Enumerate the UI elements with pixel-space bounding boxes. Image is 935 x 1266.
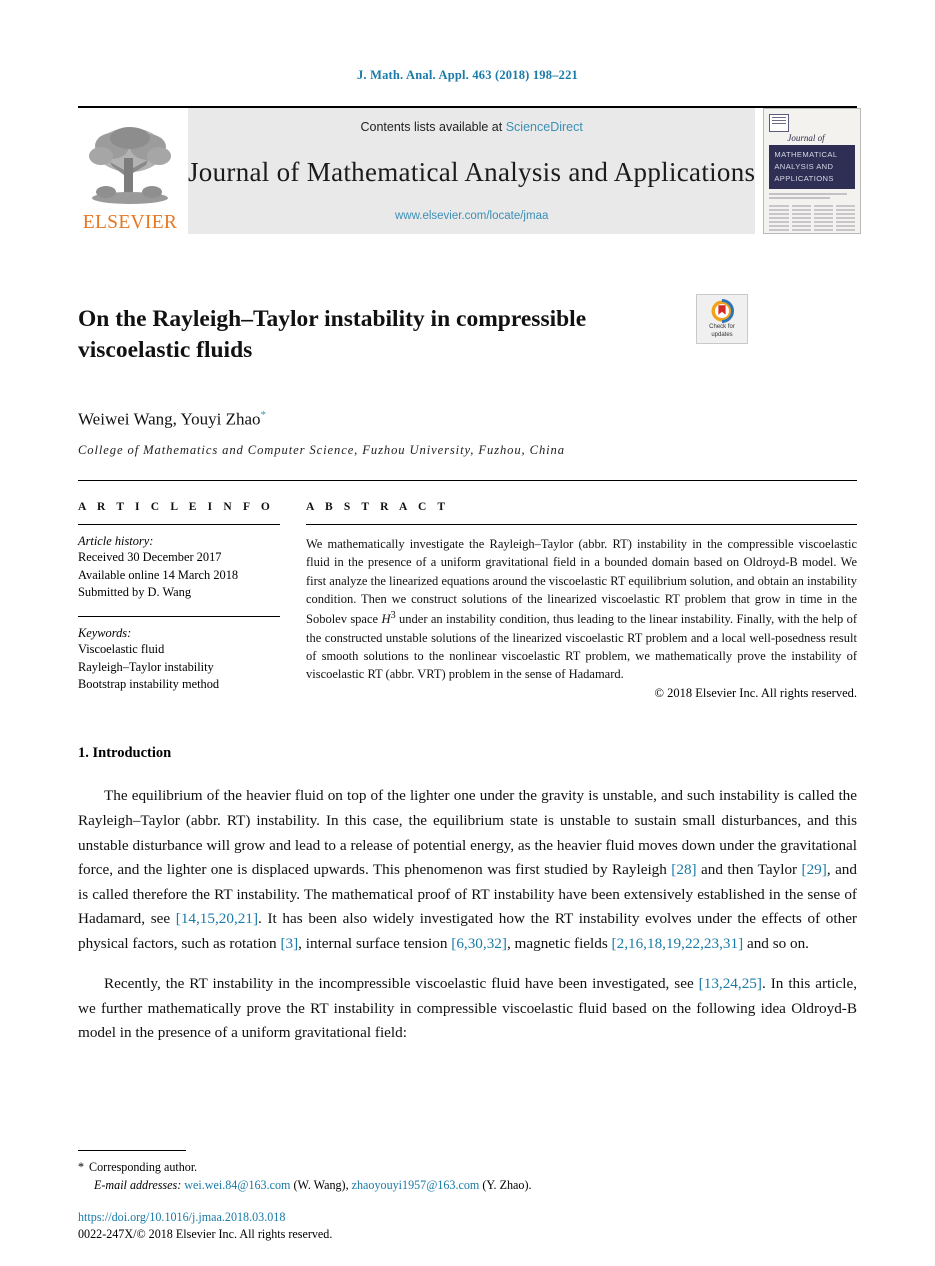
citation-link[interactable]: [14,15,20,21] [176, 910, 258, 927]
author-list: Weiwei Wang, Youyi Zhao* [78, 409, 857, 430]
abstract-copyright: © 2018 Elsevier Inc. All rights reserved… [654, 686, 857, 701]
footnote-star: * [78, 1159, 85, 1174]
citation-link[interactable]: [3] [280, 935, 298, 952]
running-head: J. Math. Anal. Appl. 463 (2018) 198–221 [356, 68, 578, 82]
body-text-run: and so on. [743, 935, 809, 953]
citation-link[interactable]: [6,30,32] [451, 935, 507, 952]
cover-band-line3: APPLICATIONS [774, 173, 834, 183]
article-history-item: Available online 14 March 2018 [78, 567, 239, 582]
email-link-zhao[interactable]: zhaoyouyi1957@163.com [352, 1178, 480, 1192]
sciencedirect-link[interactable]: ScienceDirect [506, 120, 583, 134]
page-title: On the Rayleigh–Taylor instability in co… [78, 305, 587, 363]
keywords-title: Keywords: [78, 625, 132, 640]
abstract-rule [306, 524, 857, 526]
doi-link[interactable]: https://doi.org/10.1016/j.jmaa.2018.03.0… [78, 1209, 332, 1227]
citation-link[interactable]: [13,24,25] [699, 975, 762, 992]
crossmark-label-line1: Check for [709, 324, 735, 330]
journal-masthead: ELSEVIER Contents lists available at Sci… [78, 106, 862, 234]
keywords-rule [78, 615, 280, 617]
crossmark-label-line2: updates [711, 331, 733, 338]
article-history-item: Submitted by D. Wang [78, 585, 192, 600]
email-owner-wang: (W. Wang), [293, 1177, 349, 1192]
journal-cover-thumbnail: Journal of MATHEMATICAL ANALYSIS AND APP… [763, 108, 862, 234]
corresponding-author-text: Corresponding author. [89, 1159, 198, 1174]
article-page: J. Math. Anal. Appl. 463 (2018) 198–221 [0, 0, 935, 1266]
keyword-item: Viscoelastic fluid [78, 641, 165, 656]
intro-paragraph-2: Recently, the RT instability in the inco… [78, 972, 857, 1046]
intro-paragraph-1: The equilibrium of the heavier fluid on … [78, 784, 857, 956]
elsevier-tree-icon [89, 126, 171, 204]
citation-link[interactable]: [28] [671, 861, 696, 878]
keywords-block: Keywords: Viscoelastic fluid Rayleigh–Ta… [78, 615, 280, 694]
cover-toc-columns [769, 205, 856, 232]
info-abstract-row: A R T I C L E I N F O Article history: R… [78, 501, 857, 701]
journal-homepage-link[interactable]: www.elsevier.com/locate/jmaa [395, 210, 548, 222]
crossmark-label: Check for updates [709, 324, 735, 339]
cover-top [769, 114, 855, 132]
email-owner-zhao: (Y. Zhao). [482, 1177, 532, 1192]
abstract-text: We mathematically investigate the Raylei… [306, 535, 857, 683]
author-names: Weiwei Wang, Youyi Zhao [78, 409, 261, 429]
keyword-item: Rayleigh–Taylor instability [78, 659, 214, 674]
section-divider [78, 480, 857, 482]
article-history-item: Received 30 December 2017 [78, 550, 222, 565]
body-text-run: , magnetic fields [506, 935, 612, 953]
article-info-column: A R T I C L E I N F O Article history: R… [78, 501, 306, 701]
footnote-rule [78, 1149, 186, 1151]
cover-band-line1: MATHEMATICAL [774, 150, 838, 159]
title-block: On the Rayleigh–Taylor instability in co… [78, 288, 857, 382]
article-info-heading: A R T I C L E I N F O [78, 501, 274, 514]
body-text-run: and then Taylor [696, 861, 802, 879]
crossmark-badge[interactable]: Check for updates [696, 294, 748, 344]
issn-copyright-line: 0022-247X/© 2018 Elsevier Inc. All right… [78, 1227, 333, 1242]
email-link-wang[interactable]: wei.wei.84@163.com [184, 1178, 290, 1192]
email-addresses-note: E-mail addresses: wei.wei.84@163.com (W.… [78, 1176, 857, 1194]
cover-elsevier-mark-icon [769, 114, 790, 132]
masthead-center: Contents lists available at ScienceDirec… [188, 108, 756, 234]
article-info-rule [78, 524, 280, 526]
section-heading-introduction: 1. Introduction [78, 745, 172, 762]
contents-list-line: Contents lists available at ScienceDirec… [360, 120, 582, 134]
article-history-title: Article history: [78, 534, 154, 549]
crossmark-icon [711, 299, 734, 323]
contents-prefix: Contents lists available at [360, 120, 503, 134]
doi-block: https://doi.org/10.1016/j.jmaa.2018.03.0… [78, 1209, 332, 1244]
elsevier-logo: ELSEVIER [78, 108, 182, 234]
journal-title: Journal of Mathematical Analysis and App… [188, 156, 756, 187]
corresponding-author-marker: * [260, 408, 267, 421]
email-label: E-mail addresses: [94, 1177, 182, 1192]
corresponding-author-note: * Corresponding author. [78, 1158, 857, 1176]
abstract-heading: A B S T R A C T [306, 501, 450, 514]
cover-title-band: MATHEMATICAL ANALYSIS AND APPLICATIONS [769, 145, 856, 190]
footnote-block: * Corresponding author. E-mail addresses:… [78, 1149, 857, 1194]
citation-link[interactable]: [29] [802, 861, 827, 878]
body-text-run: , internal surface tension [298, 935, 452, 953]
keyword-item: Bootstrap instability method [78, 677, 220, 692]
cover-journal-of: Journal of [787, 133, 825, 143]
affiliation: College of Mathematics and Computer Scie… [78, 443, 565, 458]
body-text-run: Recently, the RT instability in the inco… [104, 974, 699, 992]
citation-link[interactable]: [2,16,18,19,22,23,31] [612, 935, 744, 952]
cover-band-line2: ANALYSIS AND [774, 161, 834, 171]
abstract-column: A B S T R A C T We mathematically invest… [306, 501, 857, 701]
cover-placeholder-text [769, 193, 856, 233]
elsevier-wordmark: ELSEVIER [82, 211, 178, 233]
